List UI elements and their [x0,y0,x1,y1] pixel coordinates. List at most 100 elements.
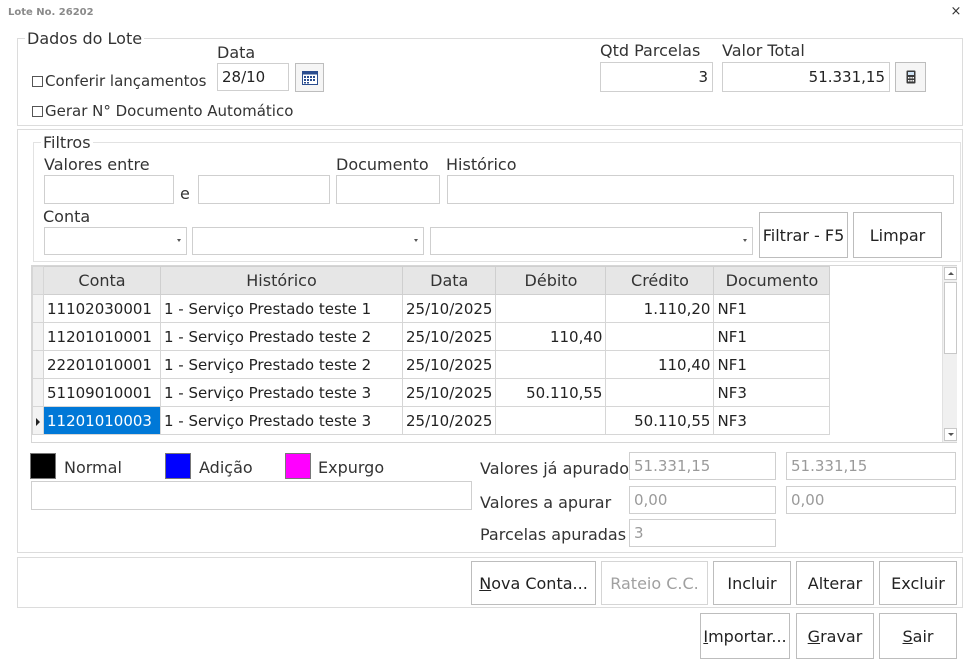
cell-credito[interactable]: 1.110,20 [605,294,715,323]
valores-entre-label: Valores entre [44,155,150,174]
col-header-data[interactable]: Data [401,266,497,295]
conta-combo-3[interactable] [430,227,753,255]
nova-conta-label: ova Conta... [491,573,588,593]
scroll-down-icon[interactable] [944,428,957,441]
cell-documento[interactable]: NF3 [713,406,831,435]
cell-historico[interactable]: 1 - Serviço Prestado teste 1 [160,294,403,323]
row-header-current[interactable] [32,406,44,435]
sair-label: air [912,626,934,646]
row-header[interactable] [32,350,44,379]
data-field[interactable]: 28/10 [217,63,289,91]
checkbox-box [32,76,43,87]
dropdown-arrow-icon [177,239,181,242]
table-row[interactable]: 22201010001 1 - Serviço Prestado teste 2… [32,350,831,379]
col-header-documento[interactable]: Documento [713,266,831,295]
cell-debito[interactable]: 110,40 [495,322,607,351]
dropdown-arrow-icon [414,239,418,242]
valor-total-field[interactable]: 51.331,15 [722,62,890,92]
cell-historico[interactable]: 1 - Serviço Prestado teste 3 [160,378,403,407]
gravar-label: ravar [820,626,863,646]
cell-historico[interactable]: 1 - Serviço Prestado teste 2 [160,350,403,379]
normal-swatch [30,453,56,479]
cell-debito[interactable] [495,294,607,323]
scroll-thumb[interactable] [944,282,957,354]
table-header-row: Conta Histórico Data Débito Crédito Docu… [32,266,831,295]
cell-conta[interactable]: 11201010001 [43,322,161,351]
conta-combo-1[interactable] [44,227,187,255]
cell-documento[interactable]: NF1 [713,350,831,379]
cell-data[interactable]: 25/10/2025 [401,322,497,351]
cell-data[interactable]: 25/10/2025 [401,350,497,379]
col-header-credito[interactable]: Crédito [605,266,715,295]
nova-conta-button[interactable]: Nova Conta... [471,561,596,605]
qtd-parcelas-field[interactable]: 3 [600,62,713,92]
filtrar-button[interactable]: Filtrar - F5 [759,212,848,258]
gerar-documento-checkbox[interactable]: Gerar N° Documento Automático [32,102,293,120]
window-title: Lote No. 26202 [8,7,94,18]
cell-credito[interactable] [605,322,715,351]
gravar-button[interactable]: Gravar [796,613,874,659]
lancamentos-grid[interactable]: Conta Histórico Data Débito Crédito Docu… [31,265,957,443]
cell-conta[interactable]: 22201010001 [43,350,161,379]
adicao-swatch [165,453,191,479]
col-header-debito[interactable]: Débito [495,266,607,295]
col-header-conta[interactable]: Conta [43,266,161,295]
cell-historico[interactable]: 1 - Serviço Prestado teste 3 [160,406,403,435]
row-header[interactable] [32,378,44,407]
data-label: Data [217,43,256,62]
conferir-checkbox[interactable]: Conferir lançamentos [32,72,206,90]
cell-debito[interactable] [495,406,607,435]
lancamentos-table: Conta Histórico Data Débito Crédito Docu… [32,266,831,435]
table-row[interactable]: 51109010001 1 - Serviço Prestado teste 3… [32,378,831,407]
limpar-button[interactable]: Limpar [853,212,942,258]
cell-credito[interactable]: 50.110,55 [605,406,715,435]
ja-apurados-field-1: 51.331,15 [629,452,776,480]
cell-documento[interactable]: NF1 [713,294,831,323]
cell-data[interactable]: 25/10/2025 [401,378,497,407]
title-bar: Lote No. 26202 × [0,0,975,26]
adicao-label: Adição [199,458,253,477]
conta-combo-2[interactable] [192,227,424,255]
observacao-field[interactable] [31,481,472,510]
documento-field[interactable] [336,175,440,204]
calculator-button[interactable] [895,62,926,92]
expurgo-label: Expurgo [318,458,385,477]
filtros-legend: Filtros [41,133,93,152]
calendar-icon [301,70,318,85]
parcelas-apuradas-label: Parcelas apuradas [480,525,627,544]
row-header[interactable] [32,322,44,351]
cell-debito[interactable]: 50.110,55 [495,378,607,407]
grid-vertical-scrollbar[interactable] [942,266,957,442]
row-header[interactable] [32,294,44,323]
incluir-button[interactable]: Incluir [713,561,791,605]
scroll-up-icon[interactable] [944,267,957,280]
cell-historico[interactable]: 1 - Serviço Prestado teste 2 [160,322,403,351]
table-row[interactable]: 11102030001 1 - Serviço Prestado teste 1… [32,294,831,323]
calendar-button[interactable] [295,63,324,92]
cell-credito[interactable]: 110,40 [605,350,715,379]
table-row-selected[interactable]: 11201010003 1 - Serviço Prestado teste 3… [32,406,831,435]
cell-conta[interactable]: 51109010001 [43,378,161,407]
conta-label: Conta [43,207,91,226]
rateio-label: Rateio C.C. [610,573,699,593]
cell-documento[interactable]: NF3 [713,378,831,407]
rateio-button[interactable]: Rateio C.C. [601,561,708,605]
excluir-button[interactable]: Excluir [879,561,957,605]
cell-debito[interactable] [495,350,607,379]
col-header-historico[interactable]: Histórico [160,266,403,295]
historico-field[interactable] [447,175,954,204]
cell-conta[interactable]: 11102030001 [43,294,161,323]
valor-min-field[interactable] [44,175,174,204]
cell-conta-selected[interactable]: 11201010003 [43,406,161,435]
importar-button[interactable]: Importar... [700,613,790,659]
close-icon[interactable]: × [949,4,963,19]
cell-documento[interactable]: NF1 [713,322,831,351]
sair-button[interactable]: Sair [879,613,957,659]
alterar-label: Alterar [807,573,863,593]
cell-data[interactable]: 25/10/2025 [401,294,497,323]
alterar-button[interactable]: Alterar [796,561,874,605]
cell-credito[interactable] [605,378,715,407]
cell-data[interactable]: 25/10/2025 [401,406,497,435]
table-row[interactable]: 11201010001 1 - Serviço Prestado teste 2… [32,322,831,351]
valor-max-field[interactable] [198,175,330,204]
